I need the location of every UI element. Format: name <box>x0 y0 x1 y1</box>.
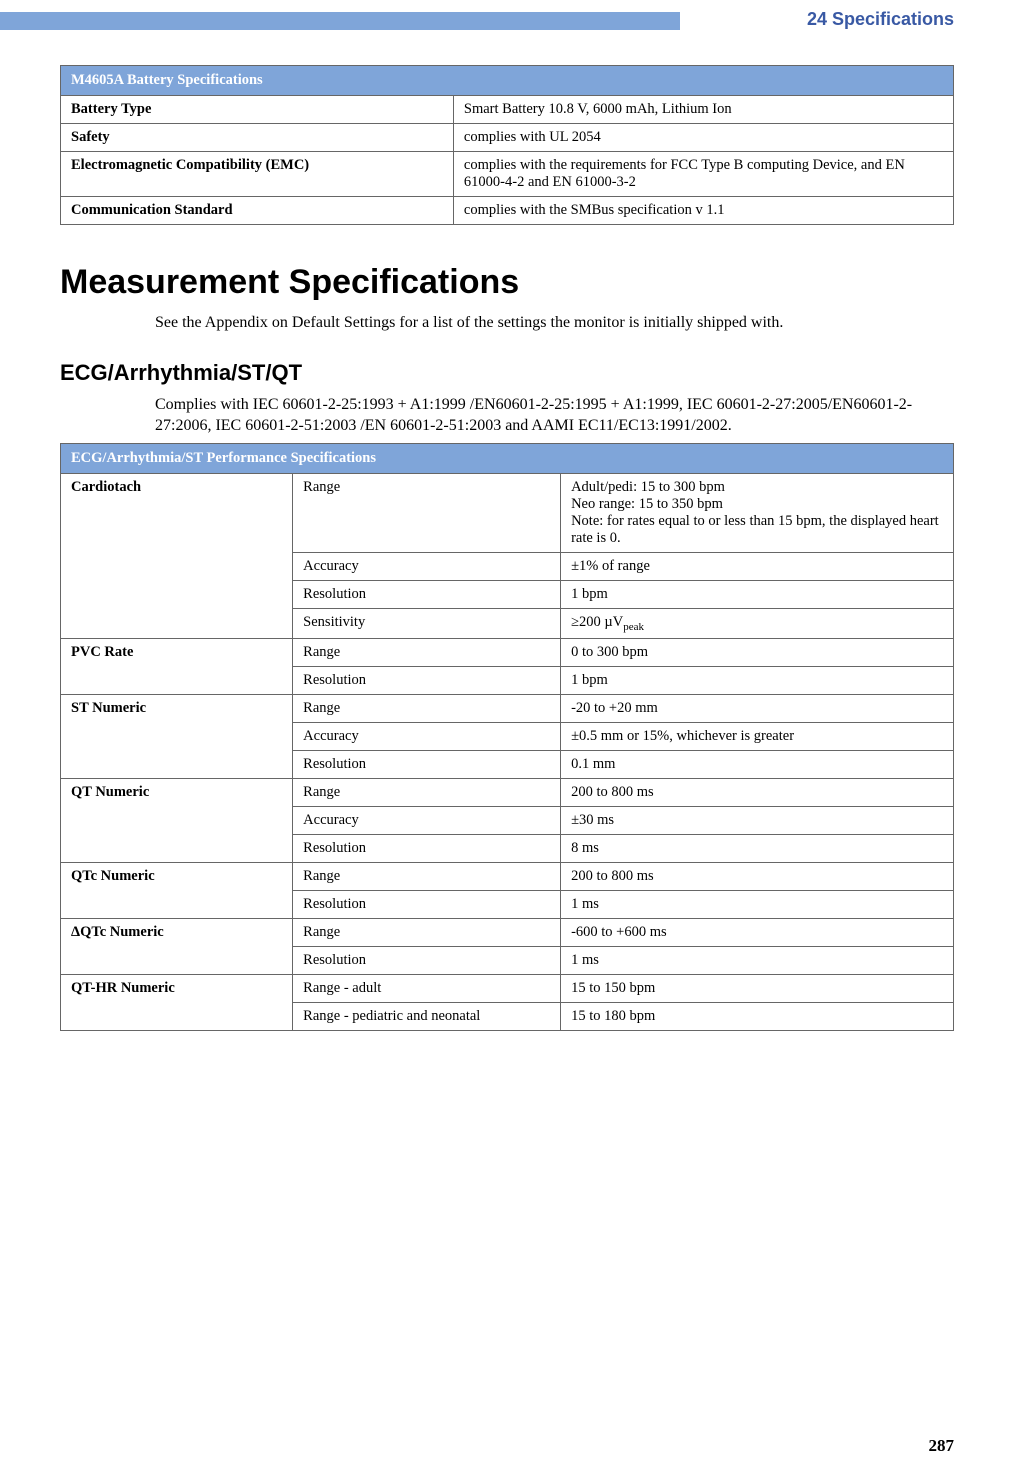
subsection-heading: ECG/Arrhythmia/ST/QT <box>60 360 954 386</box>
spec-group: QT-HR Numeric <box>61 974 293 1030</box>
subsection-intro: Complies with IEC 60601-2-25:1993 + A1:1… <box>155 394 954 437</box>
battery-table-title: M4605A Battery Specifications <box>61 66 954 96</box>
spec-param: Range <box>293 473 561 552</box>
spec-label: Electromagnetic Compatibility (EMC) <box>61 152 454 197</box>
battery-spec-table: M4605A Battery Specifications Battery Ty… <box>60 65 954 225</box>
spec-group: Cardiotach <box>61 473 293 638</box>
spec-value: 1 bpm <box>561 580 954 608</box>
spec-param: Resolution <box>293 834 561 862</box>
spec-param: Range <box>293 862 561 890</box>
spec-value: complies with the SMBus specification v … <box>453 197 953 225</box>
spec-param: Range <box>293 638 561 666</box>
spec-value: complies with the requirements for FCC T… <box>453 152 953 197</box>
page-number: 287 <box>929 1436 955 1456</box>
spec-param: Resolution <box>293 750 561 778</box>
battery-table-body: Battery TypeSmart Battery 10.8 V, 6000 m… <box>61 96 954 225</box>
spec-value: complies with UL 2054 <box>453 124 953 152</box>
spec-group: ΔQTc Numeric <box>61 918 293 974</box>
spec-value: 200 to 800 ms <box>561 862 954 890</box>
ecg-spec-table: ECG/Arrhythmia/ST Performance Specificat… <box>60 443 954 1031</box>
spec-value: Adult/pedi: 15 to 300 bpmNeo range: 15 t… <box>561 473 954 552</box>
spec-param: Range - pediatric and neonatal <box>293 1002 561 1030</box>
table-row: QT NumericRange200 to 800 ms <box>61 778 954 806</box>
spec-value: -20 to +20 mm <box>561 694 954 722</box>
spec-value: 15 to 150 bpm <box>561 974 954 1002</box>
spec-param: Resolution <box>293 666 561 694</box>
spec-value: 1 ms <box>561 890 954 918</box>
table-row: ST NumericRange-20 to +20 mm <box>61 694 954 722</box>
spec-group: QTc Numeric <box>61 862 293 918</box>
table-row: QT-HR NumericRange - adult15 to 150 bpm <box>61 974 954 1002</box>
chapter-label: 24 Specifications <box>807 9 954 30</box>
spec-value: ±30 ms <box>561 806 954 834</box>
page: 24 Specifications M4605A Battery Specifi… <box>0 0 1014 1476</box>
spec-group: ST Numeric <box>61 694 293 778</box>
spec-value: ≥200 µVpeak <box>561 608 954 638</box>
spec-value: 15 to 180 bpm <box>561 1002 954 1030</box>
spec-value: -600 to +600 ms <box>561 918 954 946</box>
table-row: Communication Standardcomplies with the … <box>61 197 954 225</box>
spec-label: Safety <box>61 124 454 152</box>
spec-param: Range <box>293 694 561 722</box>
spec-param: Resolution <box>293 580 561 608</box>
table-row: PVC RateRange0 to 300 bpm <box>61 638 954 666</box>
section-heading: Measurement Specifications <box>60 263 954 302</box>
spec-value: Smart Battery 10.8 V, 6000 mAh, Lithium … <box>453 96 953 124</box>
spec-value: 0 to 300 bpm <box>561 638 954 666</box>
table-row: ΔQTc NumericRange-600 to +600 ms <box>61 918 954 946</box>
table-row: QTc NumericRange200 to 800 ms <box>61 862 954 890</box>
ecg-table-body: CardiotachRangeAdult/pedi: 15 to 300 bpm… <box>61 473 954 1030</box>
spec-label: Communication Standard <box>61 197 454 225</box>
spec-param: Resolution <box>293 890 561 918</box>
spec-param: Resolution <box>293 946 561 974</box>
spec-param: Accuracy <box>293 552 561 580</box>
spec-label: Battery Type <box>61 96 454 124</box>
table-row: CardiotachRangeAdult/pedi: 15 to 300 bpm… <box>61 473 954 552</box>
section-intro: See the Appendix on Default Settings for… <box>155 312 954 334</box>
table-row: Electromagnetic Compatibility (EMC)compl… <box>61 152 954 197</box>
spec-param: Accuracy <box>293 806 561 834</box>
spec-value: 8 ms <box>561 834 954 862</box>
ecg-table-title: ECG/Arrhythmia/ST Performance Specificat… <box>61 443 954 473</box>
spec-value: ±0.5 mm or 15%, whichever is greater <box>561 722 954 750</box>
spec-value: ±1% of range <box>561 552 954 580</box>
spec-param: Range <box>293 778 561 806</box>
spec-value: 200 to 800 ms <box>561 778 954 806</box>
content-body: M4605A Battery Specifications Battery Ty… <box>60 65 954 1031</box>
table-row: Battery TypeSmart Battery 10.8 V, 6000 m… <box>61 96 954 124</box>
header-accent-bar <box>0 12 680 30</box>
spec-value: 1 bpm <box>561 666 954 694</box>
spec-param: Accuracy <box>293 722 561 750</box>
table-row: Safetycomplies with UL 2054 <box>61 124 954 152</box>
spec-param: Range <box>293 918 561 946</box>
spec-group: QT Numeric <box>61 778 293 862</box>
spec-value: 1 ms <box>561 946 954 974</box>
spec-group: PVC Rate <box>61 638 293 694</box>
spec-param: Range - adult <box>293 974 561 1002</box>
spec-value: 0.1 mm <box>561 750 954 778</box>
spec-param: Sensitivity <box>293 608 561 638</box>
